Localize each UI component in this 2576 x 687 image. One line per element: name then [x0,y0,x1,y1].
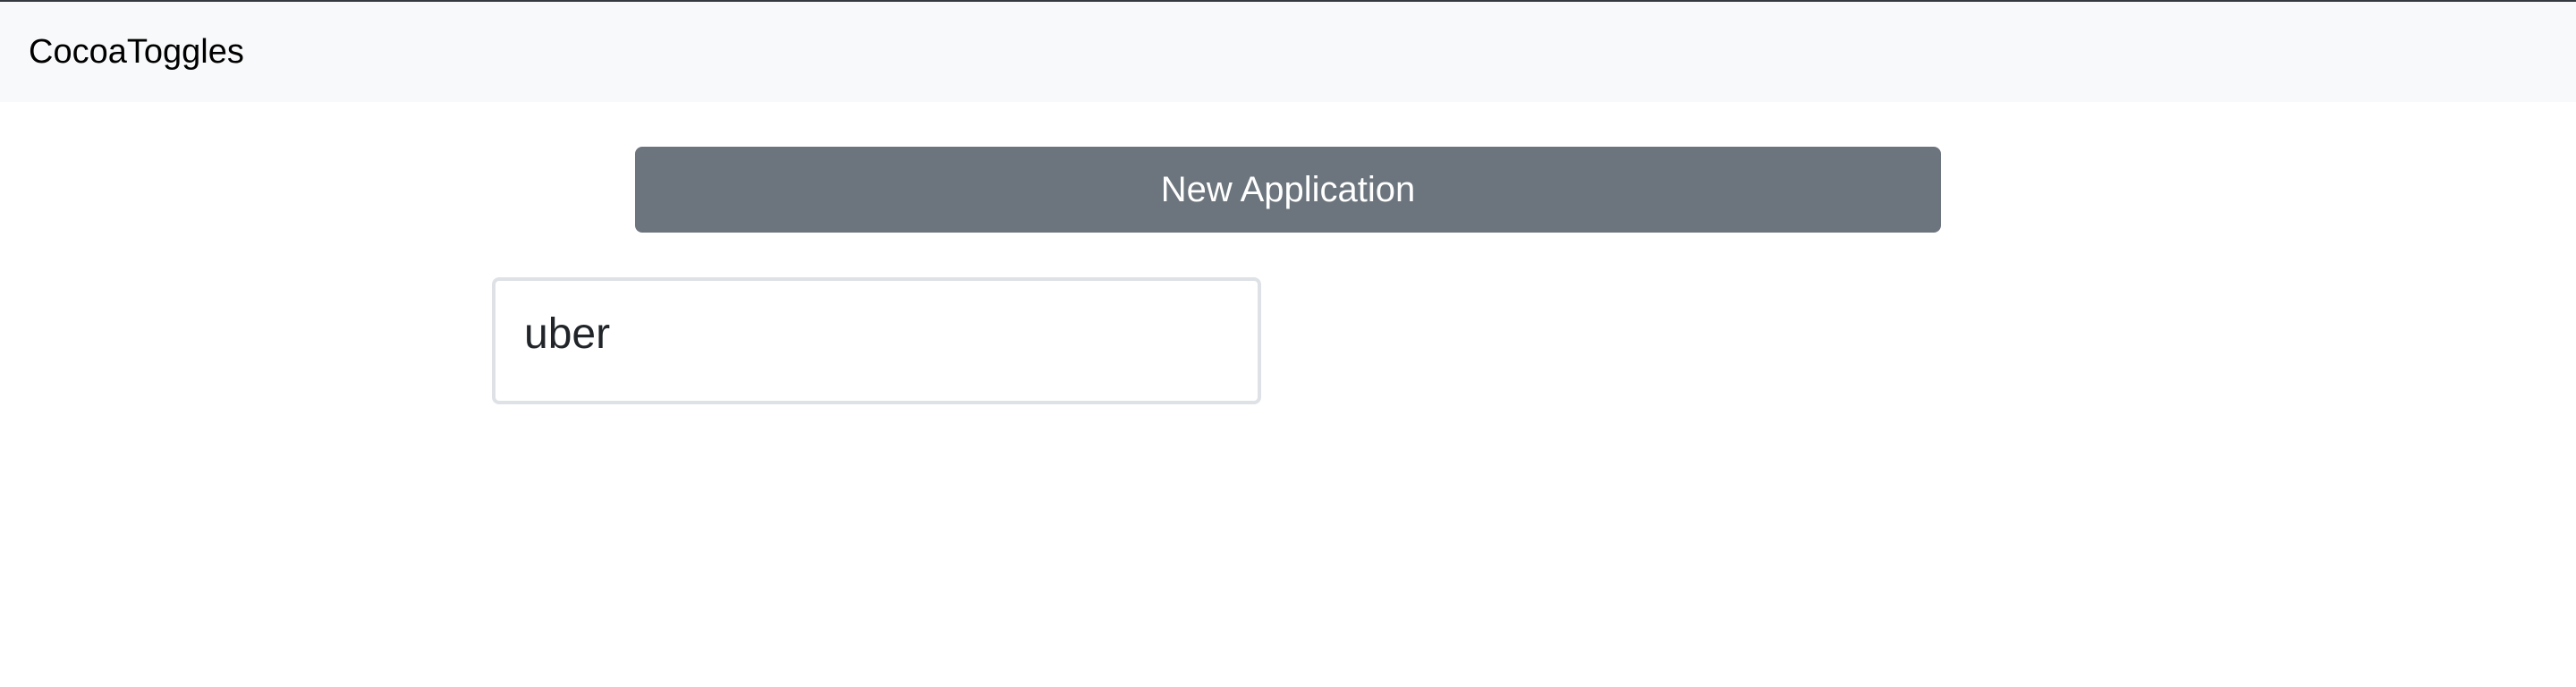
application-card-title: uber [524,310,611,358]
application-card[interactable]: uber [492,277,1261,404]
navbar: CocoaToggles [0,2,2576,102]
navbar-brand-link[interactable]: CocoaToggles [29,32,244,72]
new-application-button[interactable]: New Application [635,147,1941,233]
